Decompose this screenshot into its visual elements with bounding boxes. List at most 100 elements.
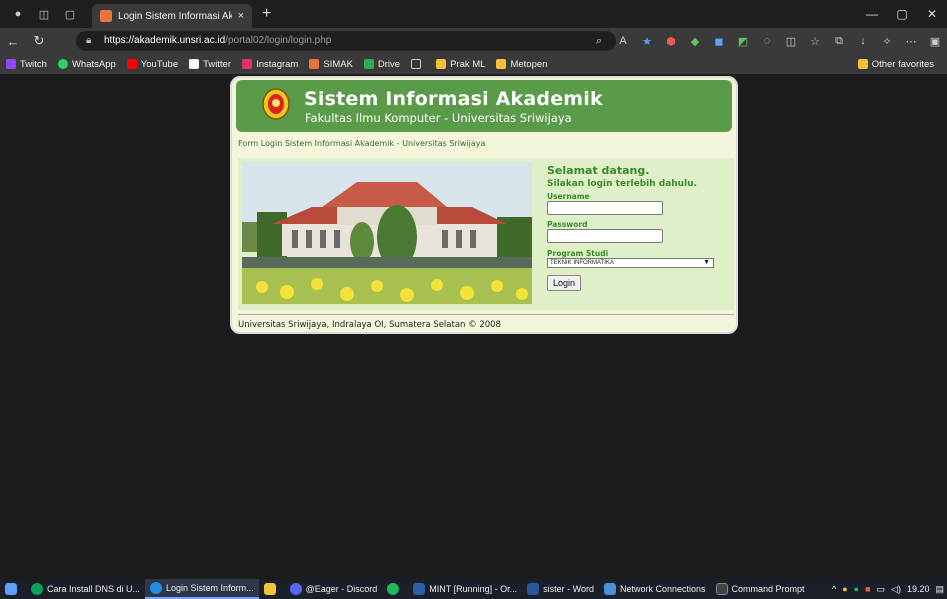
program-select[interactable]: TEKNIK INFORMATIKA ▼ <box>547 258 714 268</box>
restore-button[interactable]: ▢ <box>887 0 917 28</box>
notification-icon[interactable]: ▤ <box>935 584 944 595</box>
start-button[interactable] <box>0 579 26 599</box>
tray-app-icon[interactable]: ● <box>842 584 847 594</box>
welcome-heading: Selamat datang. <box>547 164 650 177</box>
minimize-button[interactable]: — <box>857 0 887 28</box>
taskbar-item[interactable]: Login Sistem Inform... <box>145 579 259 599</box>
whatsapp-icon <box>57 59 68 69</box>
address-bar[interactable]: 🔒︎ https://akademik.unsri.ac.id/portal02… <box>76 31 616 51</box>
extension3-icon[interactable]: ◩ <box>731 35 755 48</box>
downloads-icon[interactable]: ↓ <box>851 35 875 47</box>
simak-icon <box>309 59 320 69</box>
new-tab-button[interactable]: + <box>262 5 271 23</box>
footer-divider <box>238 314 734 315</box>
twitter-x-icon <box>189 59 200 69</box>
folder-icon <box>857 59 868 69</box>
extension4-icon[interactable]: ◌ <box>755 35 779 47</box>
workspaces-icon[interactable]: ◫ <box>36 6 52 22</box>
welcome-subtext: Silakan login terlebih dahulu. <box>547 179 698 189</box>
refresh-icon[interactable]: ↻ <box>26 33 52 49</box>
virtualbox-icon <box>413 583 426 595</box>
login-content: Selamat datang. Silakan login terlebih d… <box>238 158 734 310</box>
profile-icon[interactable]: ● <box>10 6 26 22</box>
adblock-icon[interactable]: ⬢ <box>659 35 683 48</box>
bookmark-twitch[interactable]: Twitch <box>6 59 47 70</box>
login-button[interactable]: Login <box>547 275 581 291</box>
tab-favicon <box>100 10 112 22</box>
windows-icon <box>5 583 17 595</box>
favorite-star-icon[interactable]: ★ <box>635 35 659 48</box>
header-banner: Sistem Informasi Akademik Fakultas Ilmu … <box>236 80 732 132</box>
tab-close-icon[interactable]: × <box>238 10 244 22</box>
instagram-icon <box>242 59 253 69</box>
page-icon <box>411 59 422 69</box>
taskbar-item[interactable]: sister - Word <box>522 579 599 599</box>
more-icon[interactable]: ⋯ <box>899 35 923 48</box>
folder-icon <box>496 59 507 69</box>
bookmark-whatsapp[interactable]: WhatsApp <box>57 59 116 70</box>
bookmark-simak[interactable]: SIMAK <box>309 59 353 70</box>
window-controls: — ▢ ✕ <box>857 0 947 28</box>
network-tray-icon[interactable]: ▭ <box>877 584 886 595</box>
bookmark-drive[interactable]: Drive <box>363 59 400 70</box>
browser-titlebar: ● ◫ ▢ Login Sistem Informasi Akademik × … <box>0 0 947 28</box>
twitch-icon <box>6 59 16 69</box>
drive-icon <box>363 59 374 69</box>
bookmark-metopen[interactable]: Metopen <box>496 59 547 70</box>
tray-app2-icon[interactable]: ● <box>854 584 859 594</box>
clock[interactable]: 19.20 <box>907 584 930 594</box>
taskbar-item[interactable]: MINT [Running] - Or... <box>408 579 522 599</box>
university-logo <box>262 88 290 120</box>
lock-icon: 🔒︎ <box>86 35 92 46</box>
zoom-icon[interactable]: ⌕ <box>587 35 611 48</box>
browser-tab-active[interactable]: Login Sistem Informasi Akademik × <box>92 4 252 28</box>
discord-icon <box>289 583 302 595</box>
taskbar-item[interactable]: @Eager - Discord <box>285 579 383 599</box>
youtube-icon <box>126 59 137 69</box>
address-row: ← ↻ 🔒︎ https://akademik.unsri.ac.id/port… <box>0 28 947 54</box>
close-window-button[interactable]: ✕ <box>917 0 947 28</box>
username-field[interactable] <box>547 201 663 215</box>
split-screen-icon[interactable]: ◫ <box>779 35 803 48</box>
bookmark-instagram[interactable]: Instagram <box>242 59 298 70</box>
folder-icon <box>436 59 447 69</box>
page-title: Sistem Informasi Akademik <box>304 88 603 110</box>
taskbar-item[interactable]: Command Prompt <box>711 579 810 599</box>
tray-app3-icon[interactable]: ■ <box>865 584 870 594</box>
url-host: https://akademik.unsri.ac.id <box>104 35 226 46</box>
chevron-down-icon: ▼ <box>703 259 710 266</box>
file-explorer-icon <box>263 583 276 595</box>
extension2-icon[interactable]: ◼ <box>707 35 731 48</box>
system-tray: ^ ● ● ■ ▭ ◁) 19.20 ▤ <box>829 579 947 599</box>
password-field[interactable] <box>547 229 663 243</box>
username-label: Username <box>547 192 590 201</box>
bookmark-blank-page[interactable] <box>411 59 425 69</box>
taskbar-item[interactable] <box>382 579 408 599</box>
collections-icon[interactable]: ⧉ <box>827 35 851 48</box>
page-footer: Universitas Sriwijaya, Indralaya OI, Sum… <box>238 320 501 330</box>
command-prompt-icon <box>715 583 728 595</box>
tray-chevron-icon[interactable]: ^ <box>832 584 836 594</box>
edge-icon <box>150 582 163 594</box>
taskbar-item[interactable] <box>259 579 285 599</box>
favorites-icon[interactable]: ☆ <box>803 35 827 48</box>
page-viewport: Sistem Informasi Akademik Fakultas Ilmu … <box>0 74 947 579</box>
password-label: Password <box>547 220 588 229</box>
copilot-icon[interactable]: ✧ <box>875 35 899 48</box>
tab-title: Login Sistem Informasi Akademik <box>118 10 232 22</box>
extension-icon[interactable]: ◆ <box>683 35 707 48</box>
volume-icon[interactable]: ◁) <box>891 584 901 595</box>
bookmark-twitter[interactable]: Twitter <box>189 59 231 70</box>
bookmark-youtube[interactable]: YouTube <box>126 59 178 70</box>
taskbar-item[interactable]: Cara Install DNS di U... <box>26 579 145 599</box>
other-favorites[interactable]: Other favorites <box>857 54 934 74</box>
bookmark-prak-ml[interactable]: Prak ML <box>436 59 485 70</box>
taskbar-item[interactable]: Network Connections <box>599 579 711 599</box>
tab-actions-icon[interactable]: ▢ <box>62 6 78 22</box>
page-subtitle: Fakultas Ilmu Komputer - Universitas Sri… <box>305 111 572 125</box>
program-selected-value: TEKNIK INFORMATIKA <box>550 260 614 266</box>
back-icon[interactable]: ← <box>0 34 26 49</box>
read-aloud-icon[interactable]: A <box>611 35 635 47</box>
sidebar-icon[interactable]: ▣ <box>923 35 947 48</box>
browser-toolbar: ⌕ A ★ ⬢ ◆ ◼ ◩ ◌ ◫ ☆ ⧉ ↓ ✧ ⋯ ▣ <box>587 28 947 54</box>
